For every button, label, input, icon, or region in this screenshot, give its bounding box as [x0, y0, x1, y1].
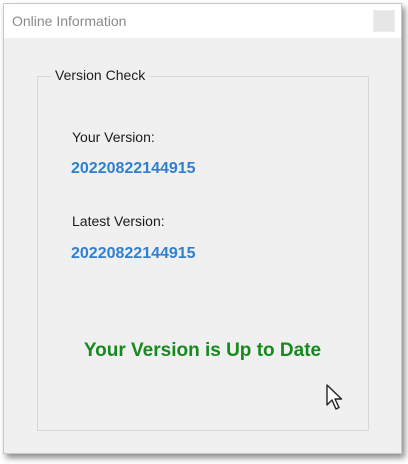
group-label: Version Check	[51, 67, 150, 83]
online-information-dialog: Online Information Version Check Your Ve…	[3, 3, 402, 454]
status-message: Your Version is Up to Date	[83, 340, 322, 361]
close-button[interactable]	[373, 10, 395, 32]
your-version-label: Your Version:	[72, 129, 155, 145]
mouse-pointer-icon	[326, 384, 343, 410]
window-title: Online Information	[12, 13, 127, 29]
latest-version-label: Latest Version:	[72, 213, 165, 229]
latest-version-value: 20220822144915	[71, 245, 196, 262]
title-bar[interactable]: Online Information	[4, 4, 401, 38]
your-version-value: 20220822144915	[71, 160, 196, 177]
